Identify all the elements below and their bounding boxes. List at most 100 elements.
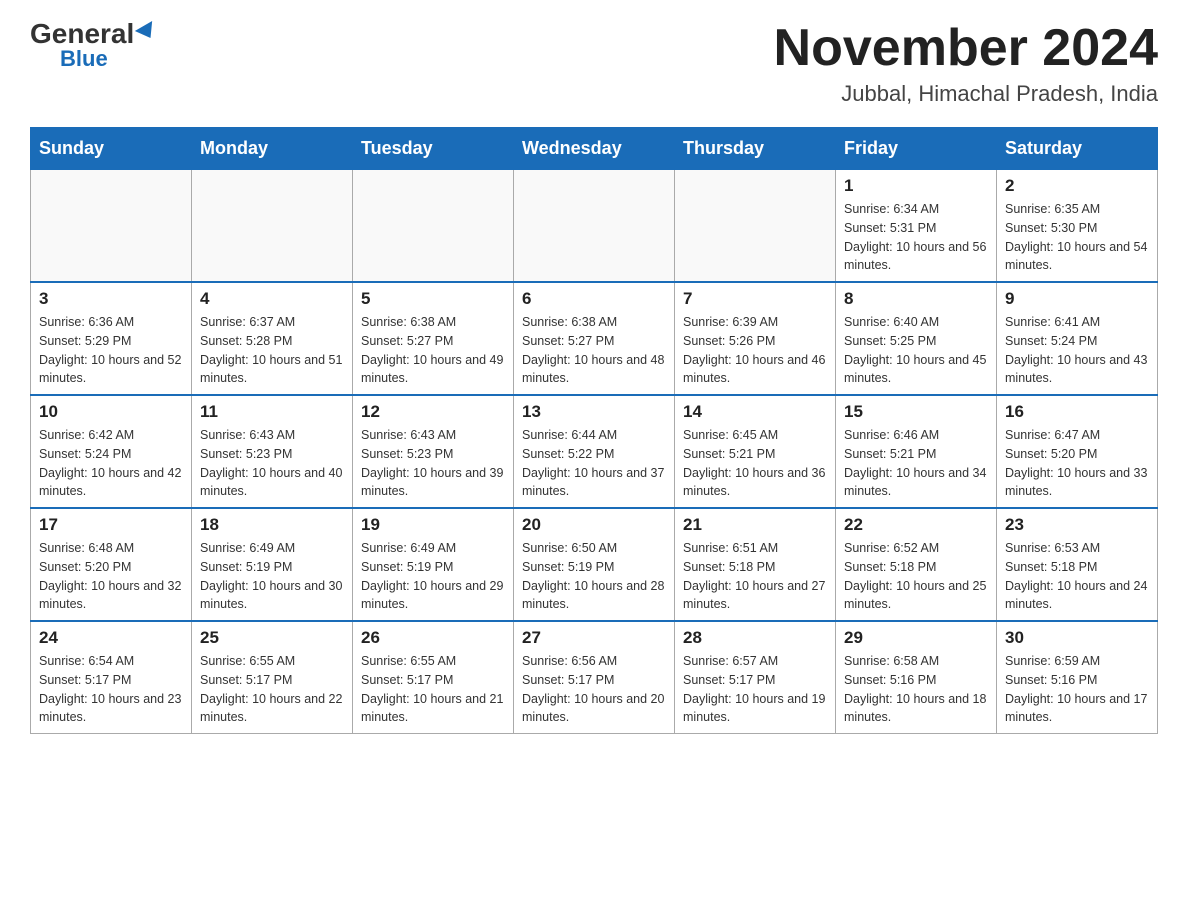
day-number: 6 (522, 289, 666, 309)
calendar-cell: 5 Sunrise: 6:38 AMSunset: 5:27 PMDayligh… (353, 282, 514, 395)
day-number: 17 (39, 515, 183, 535)
day-info: Sunrise: 6:53 AMSunset: 5:18 PMDaylight:… (1005, 541, 1147, 611)
calendar-cell: 28 Sunrise: 6:57 AMSunset: 5:17 PMDaylig… (675, 621, 836, 734)
day-info: Sunrise: 6:57 AMSunset: 5:17 PMDaylight:… (683, 654, 825, 724)
header-saturday: Saturday (997, 128, 1158, 170)
month-title: November 2024 (774, 20, 1158, 77)
calendar-cell: 15 Sunrise: 6:46 AMSunset: 5:21 PMDaylig… (836, 395, 997, 508)
calendar-cell: 26 Sunrise: 6:55 AMSunset: 5:17 PMDaylig… (353, 621, 514, 734)
day-info: Sunrise: 6:38 AMSunset: 5:27 PMDaylight:… (361, 315, 503, 385)
day-info: Sunrise: 6:49 AMSunset: 5:19 PMDaylight:… (361, 541, 503, 611)
calendar-cell: 7 Sunrise: 6:39 AMSunset: 5:26 PMDayligh… (675, 282, 836, 395)
calendar-cell: 6 Sunrise: 6:38 AMSunset: 5:27 PMDayligh… (514, 282, 675, 395)
day-info: Sunrise: 6:51 AMSunset: 5:18 PMDaylight:… (683, 541, 825, 611)
day-number: 21 (683, 515, 827, 535)
calendar-cell (192, 170, 353, 283)
day-number: 20 (522, 515, 666, 535)
day-number: 18 (200, 515, 344, 535)
calendar-cell: 2 Sunrise: 6:35 AMSunset: 5:30 PMDayligh… (997, 170, 1158, 283)
day-info: Sunrise: 6:40 AMSunset: 5:25 PMDaylight:… (844, 315, 986, 385)
day-info: Sunrise: 6:43 AMSunset: 5:23 PMDaylight:… (361, 428, 503, 498)
day-info: Sunrise: 6:52 AMSunset: 5:18 PMDaylight:… (844, 541, 986, 611)
calendar-cell: 21 Sunrise: 6:51 AMSunset: 5:18 PMDaylig… (675, 508, 836, 621)
day-number: 10 (39, 402, 183, 422)
calendar-cell: 3 Sunrise: 6:36 AMSunset: 5:29 PMDayligh… (31, 282, 192, 395)
header-monday: Monday (192, 128, 353, 170)
logo: General Blue (30, 20, 157, 70)
calendar-cell: 12 Sunrise: 6:43 AMSunset: 5:23 PMDaylig… (353, 395, 514, 508)
calendar-week-3: 10 Sunrise: 6:42 AMSunset: 5:24 PMDaylig… (31, 395, 1158, 508)
day-number: 15 (844, 402, 988, 422)
day-info: Sunrise: 6:50 AMSunset: 5:19 PMDaylight:… (522, 541, 664, 611)
calendar-cell: 11 Sunrise: 6:43 AMSunset: 5:23 PMDaylig… (192, 395, 353, 508)
day-info: Sunrise: 6:37 AMSunset: 5:28 PMDaylight:… (200, 315, 342, 385)
header-wednesday: Wednesday (514, 128, 675, 170)
day-number: 28 (683, 628, 827, 648)
day-info: Sunrise: 6:45 AMSunset: 5:21 PMDaylight:… (683, 428, 825, 498)
logo-text-general: General (30, 20, 134, 48)
day-info: Sunrise: 6:47 AMSunset: 5:20 PMDaylight:… (1005, 428, 1147, 498)
day-number: 8 (844, 289, 988, 309)
day-info: Sunrise: 6:43 AMSunset: 5:23 PMDaylight:… (200, 428, 342, 498)
day-number: 3 (39, 289, 183, 309)
calendar-cell (675, 170, 836, 283)
header-friday: Friday (836, 128, 997, 170)
day-info: Sunrise: 6:41 AMSunset: 5:24 PMDaylight:… (1005, 315, 1147, 385)
day-number: 22 (844, 515, 988, 535)
day-number: 19 (361, 515, 505, 535)
day-info: Sunrise: 6:56 AMSunset: 5:17 PMDaylight:… (522, 654, 664, 724)
day-info: Sunrise: 6:48 AMSunset: 5:20 PMDaylight:… (39, 541, 181, 611)
day-number: 9 (1005, 289, 1149, 309)
day-number: 27 (522, 628, 666, 648)
day-info: Sunrise: 6:59 AMSunset: 5:16 PMDaylight:… (1005, 654, 1147, 724)
day-info: Sunrise: 6:58 AMSunset: 5:16 PMDaylight:… (844, 654, 986, 724)
page-header: General Blue November 2024 Jubbal, Himac… (30, 20, 1158, 107)
day-number: 11 (200, 402, 344, 422)
day-number: 14 (683, 402, 827, 422)
calendar-cell: 30 Sunrise: 6:59 AMSunset: 5:16 PMDaylig… (997, 621, 1158, 734)
day-number: 25 (200, 628, 344, 648)
day-number: 5 (361, 289, 505, 309)
header-tuesday: Tuesday (353, 128, 514, 170)
location: Jubbal, Himachal Pradesh, India (774, 81, 1158, 107)
calendar-cell: 19 Sunrise: 6:49 AMSunset: 5:19 PMDaylig… (353, 508, 514, 621)
title-block: November 2024 Jubbal, Himachal Pradesh, … (774, 20, 1158, 107)
day-number: 4 (200, 289, 344, 309)
calendar-cell (353, 170, 514, 283)
calendar-week-5: 24 Sunrise: 6:54 AMSunset: 5:17 PMDaylig… (31, 621, 1158, 734)
calendar-cell: 14 Sunrise: 6:45 AMSunset: 5:21 PMDaylig… (675, 395, 836, 508)
calendar-week-2: 3 Sunrise: 6:36 AMSunset: 5:29 PMDayligh… (31, 282, 1158, 395)
logo-triangle-icon (135, 21, 159, 43)
calendar-cell: 29 Sunrise: 6:58 AMSunset: 5:16 PMDaylig… (836, 621, 997, 734)
day-info: Sunrise: 6:44 AMSunset: 5:22 PMDaylight:… (522, 428, 664, 498)
calendar-cell (514, 170, 675, 283)
calendar-week-4: 17 Sunrise: 6:48 AMSunset: 5:20 PMDaylig… (31, 508, 1158, 621)
calendar-cell: 13 Sunrise: 6:44 AMSunset: 5:22 PMDaylig… (514, 395, 675, 508)
day-info: Sunrise: 6:36 AMSunset: 5:29 PMDaylight:… (39, 315, 181, 385)
day-info: Sunrise: 6:46 AMSunset: 5:21 PMDaylight:… (844, 428, 986, 498)
day-number: 12 (361, 402, 505, 422)
calendar-cell: 8 Sunrise: 6:40 AMSunset: 5:25 PMDayligh… (836, 282, 997, 395)
calendar-cell: 10 Sunrise: 6:42 AMSunset: 5:24 PMDaylig… (31, 395, 192, 508)
header-thursday: Thursday (675, 128, 836, 170)
day-number: 29 (844, 628, 988, 648)
day-info: Sunrise: 6:34 AMSunset: 5:31 PMDaylight:… (844, 202, 986, 272)
day-number: 23 (1005, 515, 1149, 535)
day-info: Sunrise: 6:54 AMSunset: 5:17 PMDaylight:… (39, 654, 181, 724)
calendar-cell: 17 Sunrise: 6:48 AMSunset: 5:20 PMDaylig… (31, 508, 192, 621)
header-sunday: Sunday (31, 128, 192, 170)
day-info: Sunrise: 6:35 AMSunset: 5:30 PMDaylight:… (1005, 202, 1147, 272)
calendar-week-1: 1 Sunrise: 6:34 AMSunset: 5:31 PMDayligh… (31, 170, 1158, 283)
calendar-cell: 1 Sunrise: 6:34 AMSunset: 5:31 PMDayligh… (836, 170, 997, 283)
day-number: 2 (1005, 176, 1149, 196)
calendar-cell: 27 Sunrise: 6:56 AMSunset: 5:17 PMDaylig… (514, 621, 675, 734)
calendar-cell (31, 170, 192, 283)
day-number: 7 (683, 289, 827, 309)
calendar-cell: 16 Sunrise: 6:47 AMSunset: 5:20 PMDaylig… (997, 395, 1158, 508)
day-info: Sunrise: 6:42 AMSunset: 5:24 PMDaylight:… (39, 428, 181, 498)
day-info: Sunrise: 6:38 AMSunset: 5:27 PMDaylight:… (522, 315, 664, 385)
calendar-cell: 22 Sunrise: 6:52 AMSunset: 5:18 PMDaylig… (836, 508, 997, 621)
day-number: 13 (522, 402, 666, 422)
day-number: 24 (39, 628, 183, 648)
calendar-cell: 18 Sunrise: 6:49 AMSunset: 5:19 PMDaylig… (192, 508, 353, 621)
